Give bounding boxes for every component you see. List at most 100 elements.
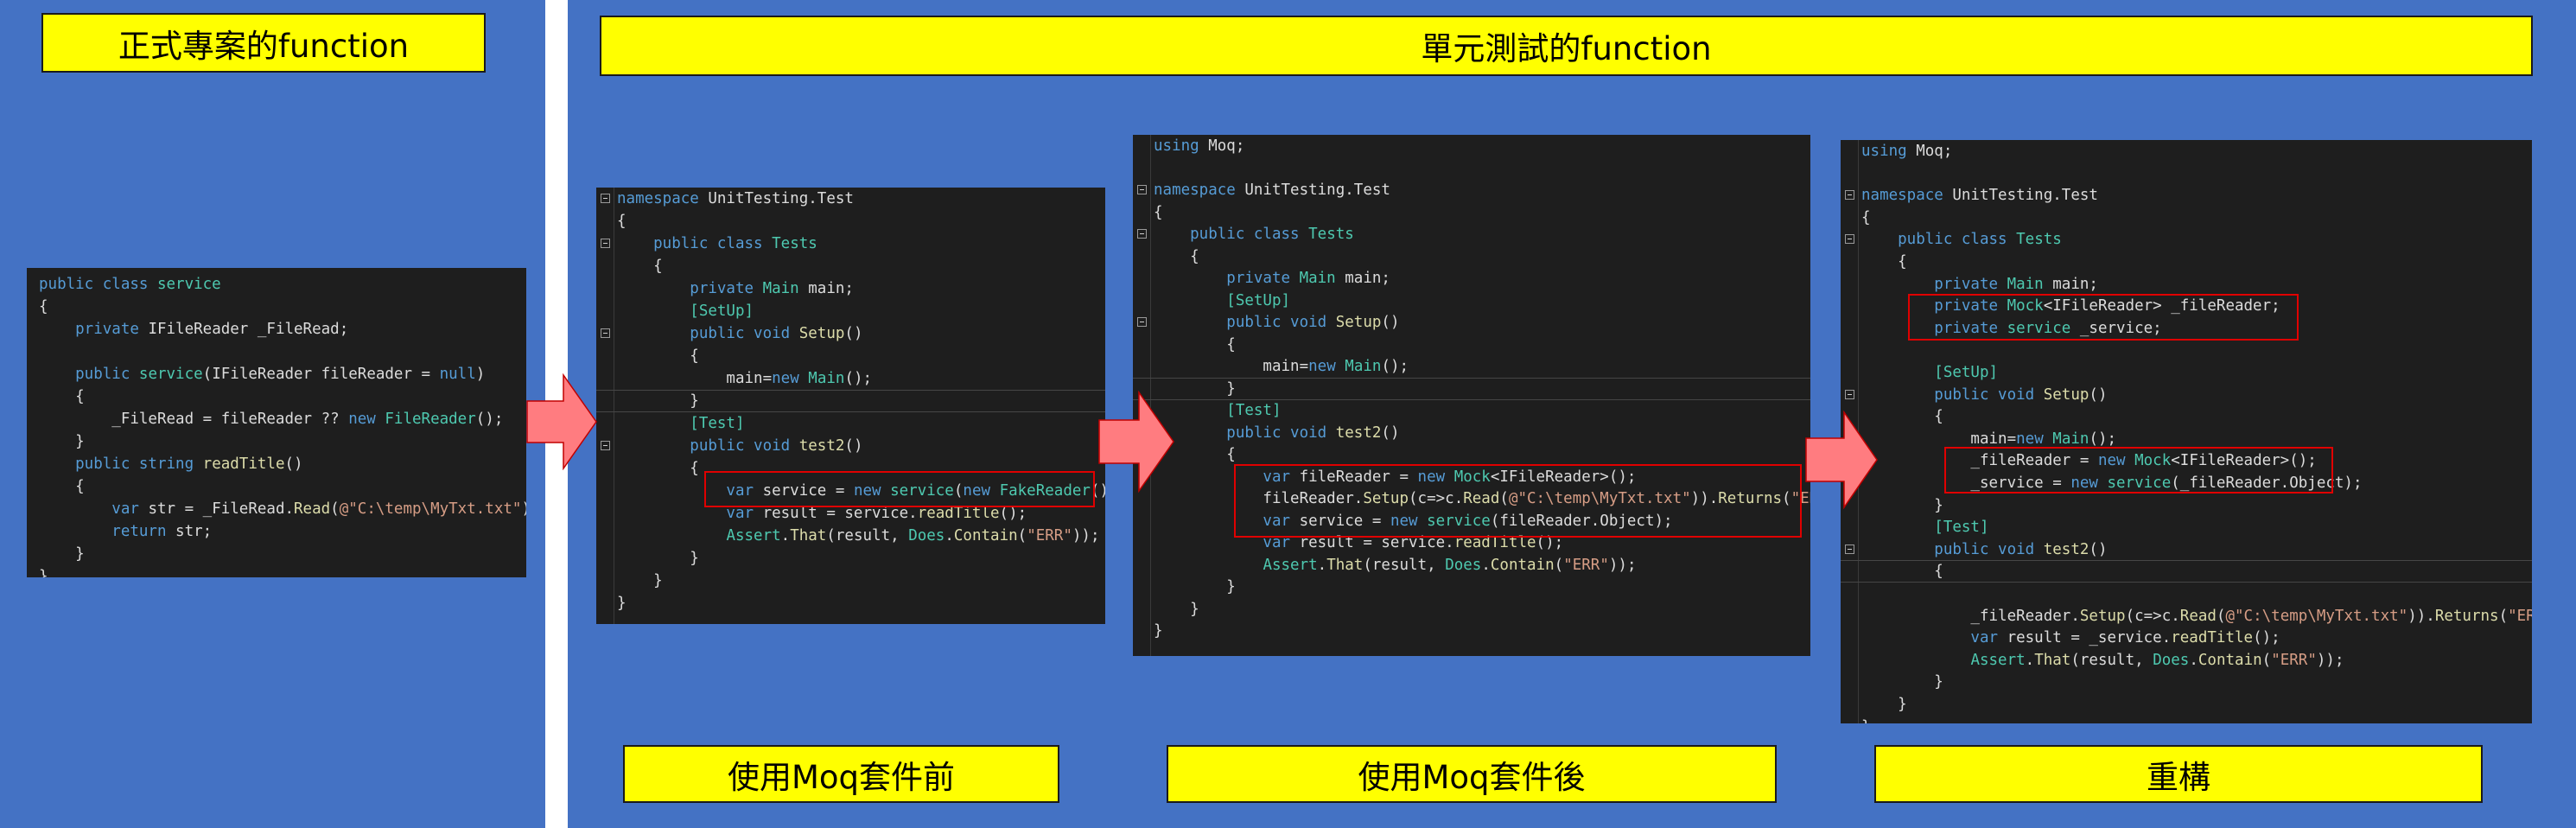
- code-line: private IFileReader _FileRead;: [27, 318, 526, 341]
- code-token: }: [39, 545, 85, 563]
- code-token: (: [2261, 651, 2272, 669]
- code-token: Does: [1445, 556, 1482, 574]
- code-token: service: [156, 276, 221, 293]
- code-token: );: [521, 500, 526, 518]
- code-token: public void: [1861, 385, 2044, 404]
- code-line: public class Tests: [1841, 228, 2532, 251]
- caption-refactor: 重構: [1874, 745, 2483, 803]
- code-token: That: [1326, 556, 1364, 574]
- code-line: {: [27, 475, 526, 498]
- collapse-toggle-icon[interactable]: [1137, 185, 1147, 194]
- code-line: {: [1841, 207, 2532, 229]
- collapse-toggle-icon[interactable]: [1845, 389, 1854, 399]
- code-token: Main: [2052, 430, 2089, 448]
- code-token: public class: [1154, 226, 1309, 243]
- code-line: {: [1841, 405, 2532, 428]
- code-line: {: [1133, 201, 1810, 224]
- code-token: .: [1481, 556, 1491, 574]
- code-token: new: [2016, 430, 2053, 448]
- code-token: var: [1861, 629, 2007, 647]
- code-token: "ERR": [2271, 651, 2317, 669]
- arrow-right-icon: [1805, 411, 1878, 509]
- code-line: public void test2(): [1841, 538, 2532, 561]
- code-token: public void: [617, 325, 799, 342]
- code-token: That: [790, 527, 827, 545]
- code-line: {: [1133, 334, 1810, 356]
- code-line: private Main main;: [1841, 273, 2532, 296]
- code-token: }: [617, 572, 663, 589]
- caption-after: 使用Moq套件後: [1167, 745, 1777, 803]
- code-token: Main: [2007, 275, 2053, 293]
- code-token: (result,: [1363, 556, 1446, 574]
- code-token: FileReader: [385, 411, 476, 428]
- code-token: Setup: [1335, 314, 1382, 331]
- code-token: (): [1381, 424, 1400, 442]
- collapse-toggle-icon[interactable]: [601, 441, 610, 450]
- unittest-header: 單元測試的function: [600, 16, 2533, 76]
- code-line: var result = _service.readTitle();: [1841, 627, 2532, 649]
- code-token: (IFileReader fileReader =: [202, 366, 440, 383]
- code-token: readTitle: [2171, 629, 2254, 647]
- collapse-toggle-icon[interactable]: [601, 239, 610, 248]
- unittest-header-text: 單元測試的function: [1421, 30, 1712, 67]
- code-line: [Test]: [596, 412, 1105, 435]
- code-line: namespace UnitTesting.Test: [1133, 179, 1810, 201]
- code-token: main;: [1345, 270, 1390, 287]
- code-token: {: [1154, 203, 1163, 221]
- code-token: {: [39, 478, 85, 495]
- code-line: {: [27, 385, 526, 408]
- code-line: Assert.That(result, Does.Contain("ERR"))…: [1841, 649, 2532, 672]
- code-token: public string: [39, 455, 203, 473]
- collapse-toggle-icon[interactable]: [1137, 229, 1147, 239]
- caption-after-text: 使用Moq套件後: [1358, 758, 1586, 796]
- code-line: }: [1841, 494, 2532, 517]
- code-token: Returns: [2434, 607, 2499, 625]
- code-token: private: [39, 321, 149, 338]
- code-token: var: [617, 505, 763, 522]
- code-line: namespace UnitTesting.Test: [1841, 184, 2532, 207]
- collapse-toggle-icon[interactable]: [1845, 234, 1854, 245]
- code-token: (): [844, 437, 863, 455]
- code-line: }: [27, 430, 526, 453]
- code-token: }: [617, 550, 699, 567]
- code-token: ();: [475, 411, 504, 428]
- code-token: ();: [999, 505, 1027, 522]
- collapse-toggle-icon[interactable]: [1845, 190, 1854, 201]
- code-token: }: [1861, 696, 1907, 713]
- code-token: private: [1861, 275, 2007, 293]
- code-token: Setup: [2043, 385, 2089, 404]
- code-token: }: [617, 595, 627, 612]
- code-token: Does: [908, 527, 945, 545]
- code-token: var: [39, 500, 149, 518]
- code-line: public class Tests: [596, 232, 1105, 255]
- code-line: }: [27, 565, 526, 577]
- code-token: [SetUp]: [617, 303, 754, 320]
- collapse-toggle-icon[interactable]: [1845, 544, 1854, 554]
- code-line: using Moq;: [1841, 140, 2532, 162]
- code-token: main=: [1861, 430, 2017, 448]
- code-token: (): [2089, 385, 2108, 404]
- code-token: {: [1861, 563, 1943, 581]
- code-line: Assert.That(result, Does.Contain("ERR"))…: [1133, 554, 1810, 576]
- code-token: .: [1317, 556, 1327, 574]
- collapse-toggle-icon[interactable]: [601, 194, 610, 203]
- code-token: (: [2216, 607, 2226, 625]
- code-line: }: [596, 547, 1105, 570]
- code-line: private Main main;: [596, 277, 1105, 300]
- code-token: null: [439, 366, 476, 383]
- code-token: (result,: [2070, 651, 2153, 669]
- code-token: "ERR": [2508, 607, 2532, 625]
- collapse-toggle-icon[interactable]: [1137, 317, 1147, 327]
- code-token: {: [1861, 208, 1871, 226]
- code-token: UnitTesting.Test: [1244, 182, 1390, 199]
- code-token: [Test]: [1861, 519, 1989, 537]
- code-line: public void test2(): [596, 435, 1105, 457]
- collapse-toggle-icon[interactable]: [601, 328, 610, 338]
- code-token: UnitTesting.Test: [1952, 187, 2098, 205]
- code-line: {: [596, 210, 1105, 232]
- code-token: Main: [808, 370, 845, 387]
